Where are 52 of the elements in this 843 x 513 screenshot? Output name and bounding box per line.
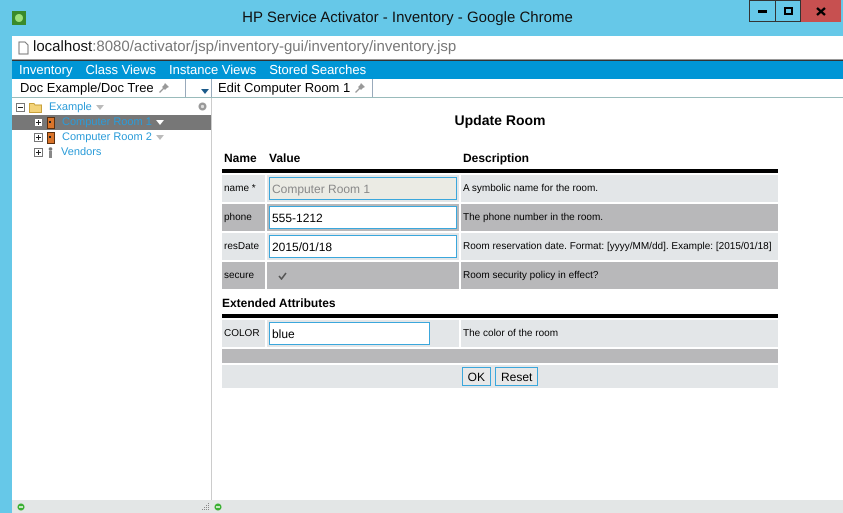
field-label: resDate	[222, 233, 265, 260]
tree-item[interactable]: Vendors	[61, 144, 102, 161]
field-description: Room reservation date. Format: [yyyy/MM/dd]. Example: [2015/01/18]	[461, 233, 778, 260]
status-icon	[17, 502, 25, 510]
expand-icon[interactable]	[34, 148, 43, 157]
door-icon	[47, 132, 55, 144]
figure-icon	[47, 146, 54, 158]
field-description: The phone number in the room.	[461, 204, 778, 231]
input-field[interactable]: 2015/01/18	[269, 235, 457, 258]
settings-icon[interactable]	[198, 102, 207, 111]
address-field[interactable]: localhost:8080/activator/jsp/inventory-gui/inventory/inventory.jsp	[33, 36, 456, 59]
expand-icon[interactable]	[34, 118, 43, 127]
form-title: Update Room	[454, 111, 546, 130]
field-label: secure	[222, 262, 265, 289]
pin-icon[interactable]	[158, 82, 170, 94]
editor-tab[interactable]: Edit Computer Room 1	[212, 79, 374, 97]
close-button[interactable]	[801, 0, 841, 22]
status-icon	[214, 502, 222, 510]
menu-item[interactable]: Stored Searches	[269, 60, 366, 80]
form-button[interactable]: OK	[462, 367, 491, 386]
field-label: name *	[222, 175, 265, 202]
checkbox[interactable]	[277, 270, 288, 281]
page-icon	[18, 40, 29, 54]
tree-item[interactable]: Example	[49, 99, 92, 116]
field-label: phone	[222, 204, 265, 231]
panel-tab[interactable]: Doc Example/Doc Tree	[12, 79, 186, 97]
menu-item[interactable]: Inventory	[19, 60, 72, 80]
menu-item[interactable]: Class Views	[85, 60, 156, 80]
field-description: Room security policy in effect?	[461, 262, 778, 289]
column-header: Name	[223, 150, 258, 167]
form-button[interactable]: Reset	[494, 367, 538, 386]
pin-icon[interactable]	[354, 82, 366, 94]
caret-icon[interactable]	[156, 120, 164, 125]
input-field[interactable]: 555-1212	[269, 206, 457, 229]
column-header: Description	[462, 150, 530, 167]
expand-icon[interactable]	[34, 133, 43, 142]
menu-item[interactable]: Instance Views	[169, 60, 256, 80]
collapse-icon[interactable]	[16, 103, 25, 112]
window-title: HP Service Activator - Inventory - Google Chrome	[241, 8, 574, 28]
app-icon	[12, 11, 26, 25]
tree-item[interactable]: Computer Room 2	[62, 129, 152, 146]
field-description: The color of the room	[461, 320, 778, 347]
column-header: Value	[268, 150, 302, 167]
field-label: COLOR	[222, 320, 265, 347]
caret-icon	[201, 89, 209, 94]
input-field[interactable]: blue	[269, 322, 430, 345]
minimize-button[interactable]	[749, 0, 776, 22]
maximize-button[interactable]	[776, 0, 801, 22]
door-icon	[47, 116, 55, 128]
folder-icon	[29, 102, 42, 113]
close-icon	[816, 6, 826, 16]
field-description: A symbolic name for the room.	[461, 175, 778, 202]
